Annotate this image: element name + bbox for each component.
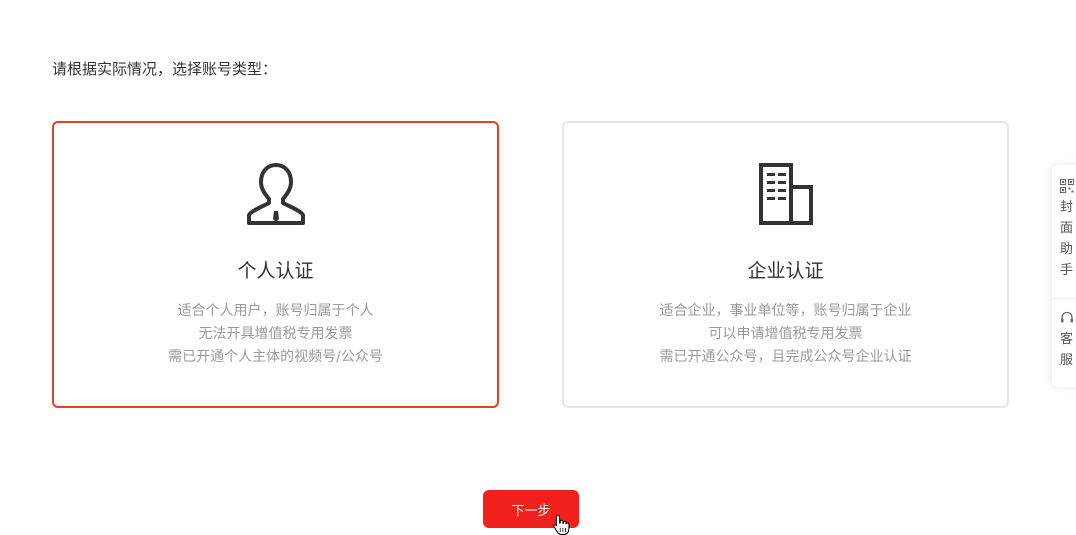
enterprise-desc-line: 适合企业，事业单位等，账号归属于企业: [659, 303, 912, 319]
page-prompt: 请根据实际情况，选择账号类型：: [52, 60, 278, 78]
headset-icon: [1061, 311, 1073, 323]
person-icon: [246, 163, 305, 225]
cover-helper-label: 封面助手: [1060, 200, 1074, 278]
account-type-page: 请根据实际情况，选择账号类型： 个人认证 适合个人用户，账号归属于个人 无法开具…: [0, 0, 1076, 535]
customer-service-entry[interactable]: 客服: [1060, 311, 1076, 371]
side-panel-divider: [1052, 298, 1076, 299]
enterprise-desc-line: 可以申请增值税专用发票: [708, 326, 863, 342]
personal-card-title: 个人认证: [237, 260, 314, 282]
personal-desc-line: 无法开具增值税专用发票: [198, 326, 353, 342]
enterprise-card-description: 适合企业，事业单位等，账号归属于企业 可以申请增值税专用发票 需已开通公众号，且…: [564, 300, 1007, 369]
enterprise-card-title: 企业认证: [747, 260, 824, 282]
enterprise-desc-line: 需已开通公众号，且完成公众号企业认证: [659, 349, 912, 365]
hand-pointer-cursor-icon: [553, 514, 570, 535]
personal-desc-line: 需已开通个人主体的视频号/公众号: [168, 349, 383, 365]
personal-desc-line: 适合个人用户，账号归属于个人: [177, 303, 374, 319]
customer-service-label: 客服: [1060, 332, 1074, 368]
personal-auth-card[interactable]: 个人认证 适合个人用户，账号归属于个人 无法开具增值税专用发票 需已开通个人主体…: [52, 121, 499, 408]
side-floating-panel: 封面助手 客服: [1052, 165, 1076, 387]
cover-helper-entry[interactable]: 封面助手: [1060, 179, 1076, 281]
enterprise-auth-card[interactable]: 企业认证 适合企业，事业单位等，账号归属于企业 可以申请增值税专用发票 需已开通…: [562, 121, 1009, 408]
personal-card-description: 适合个人用户，账号归属于个人 无法开具增值税专用发票 需已开通个人主体的视频号/…: [54, 300, 497, 369]
qr-code-icon: [1060, 179, 1074, 193]
building-icon: [758, 163, 813, 225]
